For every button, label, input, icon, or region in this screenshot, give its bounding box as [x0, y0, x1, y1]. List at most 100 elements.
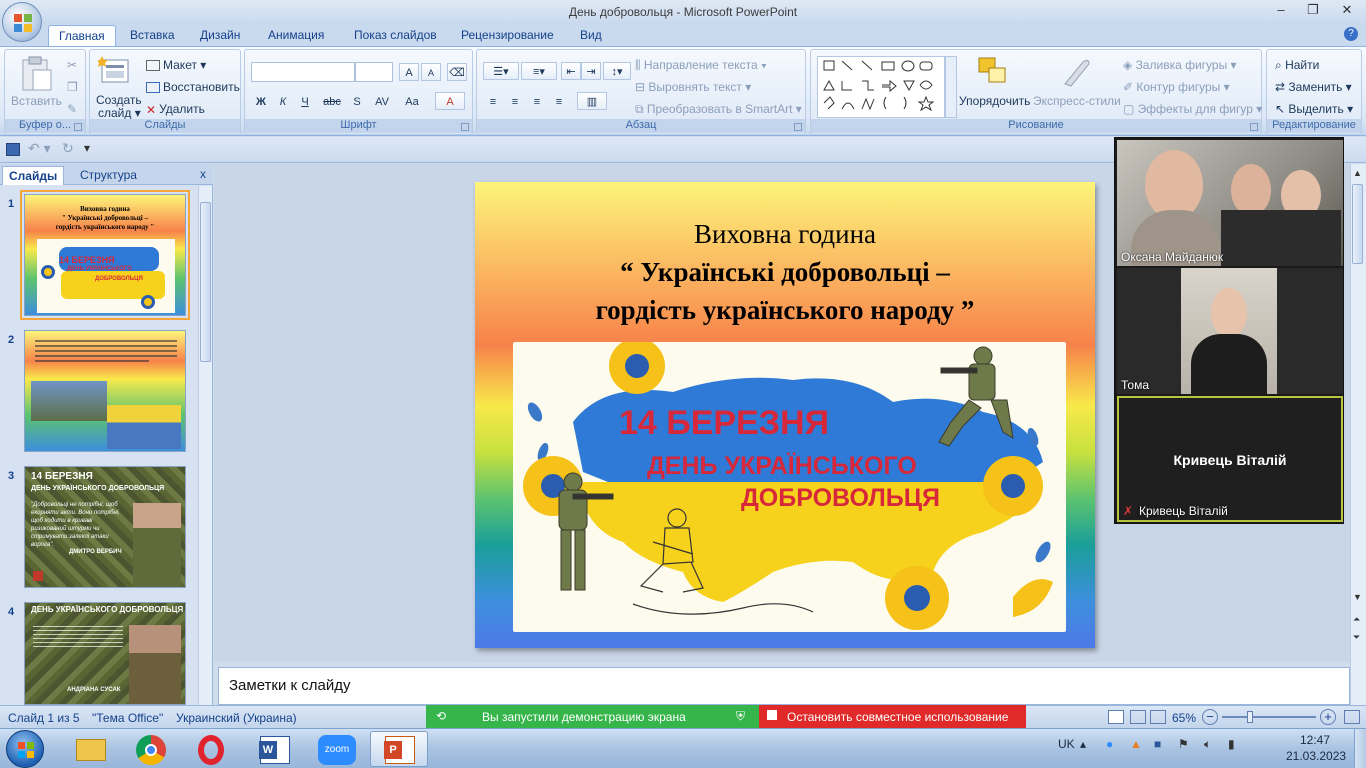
help-icon[interactable]: ?: [1344, 27, 1358, 41]
current-slide[interactable]: Виховна година “ Українські добровольці …: [475, 182, 1095, 648]
zoom-slider-thumb[interactable]: [1247, 711, 1253, 723]
slideshow-view-icon[interactable]: [1150, 710, 1166, 724]
font-grow-button[interactable]: A: [399, 63, 419, 81]
input-language[interactable]: UK: [1058, 737, 1075, 751]
drawing-launcher[interactable]: [1250, 123, 1258, 131]
office-button[interactable]: [2, 2, 42, 42]
taskbar-word[interactable]: W: [246, 731, 304, 767]
zoom-in-button[interactable]: +: [1320, 709, 1336, 725]
cut-icon[interactable]: ✂: [67, 58, 77, 72]
tray-zoom-icon[interactable]: ●: [1106, 737, 1113, 751]
tray-app-icon[interactable]: ■: [1154, 737, 1161, 751]
align-text-button[interactable]: ⊟ Выровнять текст ▾: [635, 80, 751, 94]
smartart-button[interactable]: ⧉ Преобразовать в SmartArt ▾: [635, 102, 802, 117]
tab-design[interactable]: Дизайн: [200, 28, 240, 42]
decrease-indent-icon[interactable]: ⇤: [561, 62, 581, 80]
slide-thumbnail-1[interactable]: Виховна година " Українські добровольці …: [20, 190, 190, 320]
restore-button[interactable]: ❐: [1300, 2, 1326, 20]
tab-outline[interactable]: Структура: [74, 166, 143, 185]
align-center-icon[interactable]: ≡: [505, 92, 525, 110]
video-tile-2[interactable]: Тома: [1117, 268, 1343, 394]
network-icon[interactable]: ▮: [1228, 737, 1235, 751]
font-launcher[interactable]: [461, 123, 469, 131]
select-button[interactable]: ↖ Выделить ▾: [1275, 102, 1353, 116]
notes-pane[interactable]: Заметки к слайду: [218, 667, 1350, 705]
font-name-combo[interactable]: [251, 62, 355, 82]
sorter-view-icon[interactable]: [1130, 710, 1146, 724]
font-shrink-button[interactable]: A: [421, 63, 441, 81]
video-tile-1[interactable]: Оксана Майданюк: [1117, 140, 1343, 266]
zoom-slider-track[interactable]: [1222, 716, 1316, 718]
main-scrollbar[interactable]: ▲ ▼ ⏶ ⏷: [1350, 164, 1366, 705]
save-icon[interactable]: [6, 143, 20, 156]
volume-icon[interactable]: 🔈︎: [1204, 737, 1211, 752]
slides-pane-scroll-thumb[interactable]: [200, 202, 211, 362]
tab-animation[interactable]: Анимация: [268, 28, 324, 42]
align-right-icon[interactable]: ≡: [527, 92, 547, 110]
zoom-out-button[interactable]: −: [1202, 709, 1218, 725]
text-direction-button[interactable]: ⫼ Направление текста ▾: [635, 58, 767, 73]
justify-icon[interactable]: ≡: [549, 92, 569, 110]
tab-review[interactable]: Рецензирование: [461, 28, 554, 42]
increase-indent-icon[interactable]: ⇥: [581, 62, 601, 80]
paragraph-launcher[interactable]: [794, 123, 802, 131]
shape-effects-button[interactable]: ▢ Эффекты для фигур ▾: [1123, 102, 1262, 116]
font-color-button[interactable]: A: [435, 92, 465, 110]
align-left-icon[interactable]: ≡: [483, 92, 503, 110]
prev-slide-icon[interactable]: ⏶: [1353, 614, 1360, 625]
tray-avast-icon[interactable]: ▲: [1130, 737, 1142, 751]
clipboard-launcher[interactable]: [74, 123, 82, 131]
delete-slide-button[interactable]: ✕ Удалить: [146, 102, 205, 117]
line-spacing-icon[interactable]: ↕▾: [603, 62, 631, 80]
char-spacing-button[interactable]: AV: [369, 92, 395, 110]
format-painter-icon[interactable]: ✎: [67, 102, 77, 116]
zoom-level[interactable]: 65%: [1172, 711, 1196, 725]
arrange-button[interactable]: Упорядочить: [959, 94, 1030, 108]
share-status[interactable]: ⟲ Вы запустили демонстрацию экрана ⛨: [426, 705, 759, 728]
next-slide-icon[interactable]: ⏷: [1353, 632, 1360, 643]
start-button[interactable]: [6, 730, 44, 768]
slides-pane-scrollbar[interactable]: [198, 186, 212, 705]
underline-button[interactable]: Ч: [295, 92, 315, 110]
language-indicator[interactable]: Украинский (Украина): [176, 711, 297, 725]
numbering-button[interactable]: ≡▾: [521, 62, 557, 80]
replace-button[interactable]: ⇄ Заменить ▾: [1275, 80, 1352, 94]
video-tile-3-active-speaker[interactable]: Кривець Віталій ✗ Кривець Віталій: [1117, 396, 1343, 522]
taskbar-zoom[interactable]: zoom: [308, 731, 366, 767]
customize-qat-icon[interactable]: ▾: [84, 141, 90, 155]
layout-button[interactable]: Макет ▾: [146, 58, 206, 72]
clock-time[interactable]: 12:47: [1300, 733, 1330, 747]
scroll-up-icon[interactable]: ▲: [1353, 168, 1362, 178]
main-scroll-thumb[interactable]: [1352, 184, 1363, 264]
shapes-gallery[interactable]: [817, 56, 945, 118]
paste-button[interactable]: Вставить: [11, 94, 62, 108]
shapes-gallery-scroll[interactable]: [945, 56, 957, 118]
tab-slides[interactable]: Слайды: [2, 166, 65, 185]
tab-home[interactable]: Главная: [48, 25, 116, 47]
tray-security-icon[interactable]: ⚑: [1178, 737, 1189, 751]
find-button[interactable]: ⌕ Найти: [1275, 58, 1319, 73]
close-button[interactable]: ✕: [1334, 2, 1360, 20]
close-pane-icon[interactable]: x: [200, 167, 206, 181]
reset-button[interactable]: Восстановить: [146, 80, 240, 94]
copy-icon[interactable]: ❐: [67, 80, 78, 94]
slide-thumbnail-2[interactable]: [24, 330, 186, 452]
shape-fill-button[interactable]: ◈ Заливка фигуры ▾: [1123, 58, 1237, 72]
font-size-combo[interactable]: [355, 62, 393, 82]
taskbar-powerpoint[interactable]: P: [370, 731, 428, 767]
shadow-button[interactable]: S: [347, 92, 367, 110]
normal-view-icon[interactable]: [1108, 710, 1124, 724]
undo-icon[interactable]: ↶ ▾: [28, 140, 51, 157]
clear-format-icon[interactable]: ⌫: [447, 63, 467, 81]
tab-slideshow[interactable]: Показ слайдов: [354, 28, 437, 42]
change-case-button[interactable]: Aa: [399, 92, 425, 110]
tab-insert[interactable]: Вставка: [130, 28, 175, 42]
new-slide-dropdown[interactable]: слайд ▾: [98, 106, 141, 120]
minimize-button[interactable]: –: [1268, 2, 1294, 20]
italic-button[interactable]: К: [273, 92, 293, 110]
tab-view[interactable]: Вид: [580, 28, 602, 42]
shape-outline-button[interactable]: ✐ Контур фигуры ▾: [1123, 80, 1230, 94]
columns-icon[interactable]: ▥: [577, 92, 607, 110]
taskbar-opera[interactable]: [182, 731, 240, 767]
redo-icon[interactable]: ↻: [62, 140, 74, 157]
